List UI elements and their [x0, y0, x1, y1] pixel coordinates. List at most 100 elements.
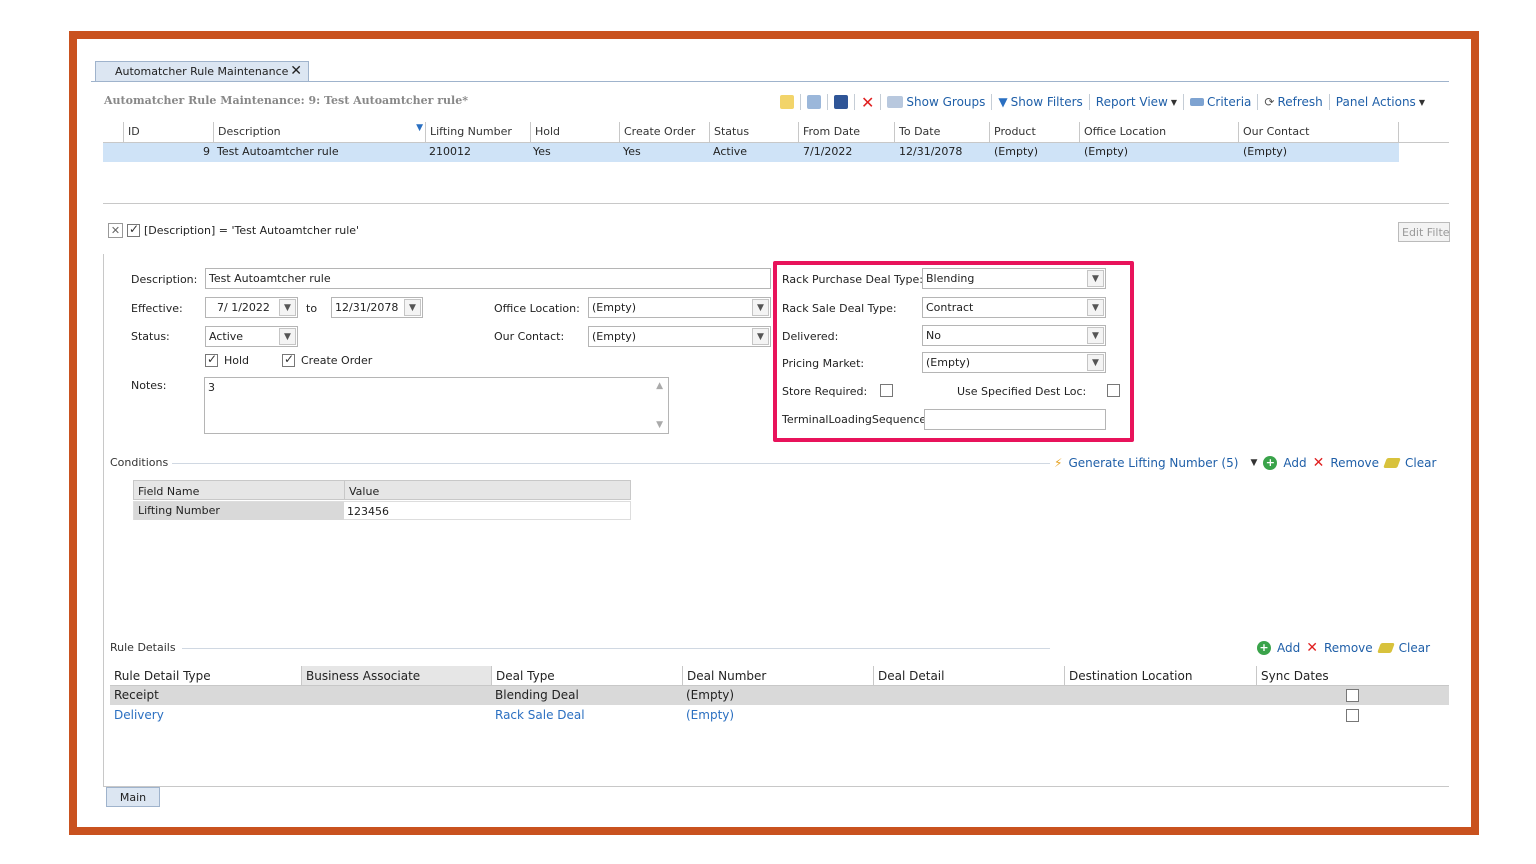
cell-lifting-number: 210012: [429, 145, 471, 158]
panel-actions-button[interactable]: Panel Actions ▼: [1336, 95, 1425, 109]
chevron-down-icon[interactable]: ▼: [752, 299, 769, 316]
column-from-date[interactable]: From Date: [798, 122, 864, 142]
column-our-contact[interactable]: Our Contact: [1238, 122, 1313, 142]
scroll-down-icon[interactable]: ▼: [656, 420, 663, 430]
column-divider: [344, 481, 345, 500]
cell-rule-detail-type[interactable]: Delivery: [114, 708, 164, 722]
remove-icon: ✕: [1312, 455, 1325, 471]
column-rule-detail-type[interactable]: Rule Detail Type: [110, 666, 215, 686]
sync-dates-checkbox[interactable]: [1346, 709, 1359, 722]
office-location-select[interactable]: (Empty) ▼: [588, 297, 771, 318]
create-order-checkbox-group[interactable]: Create Order: [282, 352, 372, 367]
column-product[interactable]: Product: [989, 122, 1040, 142]
generate-lifting-number-button[interactable]: Generate Lifting Number (5): [1068, 456, 1238, 470]
column-status[interactable]: Status: [709, 122, 753, 142]
column-lifting-number[interactable]: Lifting Number: [425, 122, 516, 142]
hold-checkbox[interactable]: [205, 352, 218, 367]
rule-details-clear-button[interactable]: Clear: [1399, 641, 1430, 655]
grid-bottom-line: [103, 203, 1449, 204]
column-deal-type[interactable]: Deal Type: [491, 666, 559, 686]
save-icon[interactable]: [834, 95, 848, 109]
conditions-clear-button[interactable]: Clear: [1405, 456, 1436, 470]
cell-deal-type[interactable]: Rack Sale Deal: [495, 708, 585, 722]
cell-office-location: (Empty): [1084, 145, 1129, 158]
table-row[interactable]: 9 Test Autoamtcher rule 210012 Yes Yes A…: [103, 143, 1399, 162]
effective-from-date[interactable]: 7/ 1/2022 ▼: [205, 297, 298, 318]
description-input[interactable]: Test Autoamtcher rule: [205, 268, 771, 289]
panel-actions-label: Panel Actions: [1335, 95, 1416, 109]
column-deal-detail[interactable]: Deal Detail: [873, 666, 948, 686]
show-groups-label: Show Groups: [906, 95, 986, 109]
cell-hold: Yes: [533, 145, 551, 158]
column-hold[interactable]: Hold: [530, 122, 564, 142]
conditions-add-button[interactable]: Add: [1283, 456, 1306, 470]
remove-icon: ✕: [1306, 640, 1318, 656]
table-row[interactable]: Lifting Number 123456: [133, 501, 631, 520]
edit-filter-button[interactable]: Edit Filter: [1398, 222, 1450, 242]
highlight-box: [773, 261, 1134, 442]
hold-checkbox-group[interactable]: Hold: [205, 352, 249, 367]
chevron-down-icon[interactable]: ▼: [404, 299, 421, 316]
filter-enabled-checkbox[interactable]: [127, 222, 140, 237]
groups-icon: [887, 96, 904, 108]
panel-bottom-line: [103, 786, 1449, 787]
cell-deal-number[interactable]: (Empty): [686, 708, 734, 722]
toolbar-separator: [1183, 94, 1185, 110]
chevron-down-icon[interactable]: ▼: [279, 328, 296, 345]
close-tab-icon[interactable]: ✕: [290, 63, 302, 79]
show-filters-button[interactable]: ▼ Show Filters: [998, 95, 1082, 109]
create-order-checkbox[interactable]: [282, 352, 295, 367]
rule-details-add-button[interactable]: Add: [1277, 641, 1300, 655]
notes-textarea[interactable]: 3 ▲ ▼: [204, 377, 669, 434]
column-id[interactable]: ID: [123, 122, 144, 142]
column-deal-number[interactable]: Deal Number: [682, 666, 770, 686]
conditions-divider: [172, 463, 1050, 464]
show-groups-button[interactable]: Show Groups: [887, 95, 985, 109]
tab-main[interactable]: Main: [106, 787, 160, 807]
column-to-date[interactable]: To Date: [894, 122, 944, 142]
refresh-button[interactable]: ⟳ Refresh: [1264, 95, 1322, 109]
column-destination-location[interactable]: Destination Location: [1064, 666, 1196, 686]
toolbar-separator: [991, 94, 993, 110]
chevron-down-icon[interactable]: ▼: [752, 328, 769, 345]
chevron-down-icon[interactable]: ▼: [279, 299, 296, 316]
our-contact-select[interactable]: (Empty) ▼: [588, 326, 771, 347]
status-label: Status:: [131, 330, 170, 343]
filter-text: [Description] = 'Test Autoamtcher rule': [144, 224, 360, 237]
effective-to-date[interactable]: 12/31/2078 ▼: [331, 297, 423, 318]
scroll-up-icon[interactable]: ▲: [656, 381, 663, 391]
column-sync-dates[interactable]: Sync Dates: [1256, 666, 1333, 686]
column-office-location[interactable]: Office Location: [1079, 122, 1170, 142]
refresh-label: Refresh: [1277, 95, 1323, 109]
cell-create-order: Yes: [623, 145, 641, 158]
conditions-remove-button[interactable]: Remove: [1330, 456, 1379, 470]
new-document-icon[interactable]: [780, 95, 794, 109]
toolbar: ✕ Show Groups ▼ Show Filters Report View…: [780, 92, 1425, 112]
chevron-down-icon[interactable]: ▼: [1250, 458, 1257, 468]
cell-deal-type: Blending Deal: [495, 688, 579, 702]
criteria-button[interactable]: Criteria: [1190, 95, 1251, 109]
eraser-icon: [1376, 643, 1395, 653]
rule-details-remove-button[interactable]: Remove: [1324, 641, 1373, 655]
cell-deal-number: (Empty): [686, 688, 735, 702]
delete-icon[interactable]: ✕: [861, 93, 874, 112]
tab-automatcher-rule-maintenance[interactable]: Automatcher Rule Maintenance ✕: [95, 61, 309, 82]
report-view-button[interactable]: Report View ▼: [1096, 95, 1177, 109]
our-contact-label: Our Contact:: [494, 330, 565, 343]
clear-filter-icon[interactable]: ✕: [108, 223, 123, 238]
toolbar-separator: [827, 94, 828, 110]
column-business-associate[interactable]: Business Associate: [301, 666, 492, 686]
table-row[interactable]: Receipt Blending Deal (Empty): [110, 686, 1449, 705]
status-select[interactable]: Active ▼: [205, 326, 298, 347]
lightning-icon: ⚡: [1054, 456, 1063, 470]
table-row[interactable]: Delivery Rack Sale Deal (Empty): [110, 706, 1449, 725]
cell-rule-detail-type: Receipt: [114, 688, 159, 702]
column-field-name[interactable]: Field Name: [138, 485, 199, 498]
copy-icon[interactable]: [807, 95, 821, 109]
column-value[interactable]: Value: [349, 485, 379, 498]
column-description[interactable]: Description ▼: [213, 122, 425, 142]
column-create-order[interactable]: Create Order: [619, 122, 699, 142]
cell-to-date: 12/31/2078: [899, 145, 963, 158]
sync-dates-checkbox[interactable]: [1346, 689, 1359, 702]
cell-product: (Empty): [994, 145, 1039, 158]
